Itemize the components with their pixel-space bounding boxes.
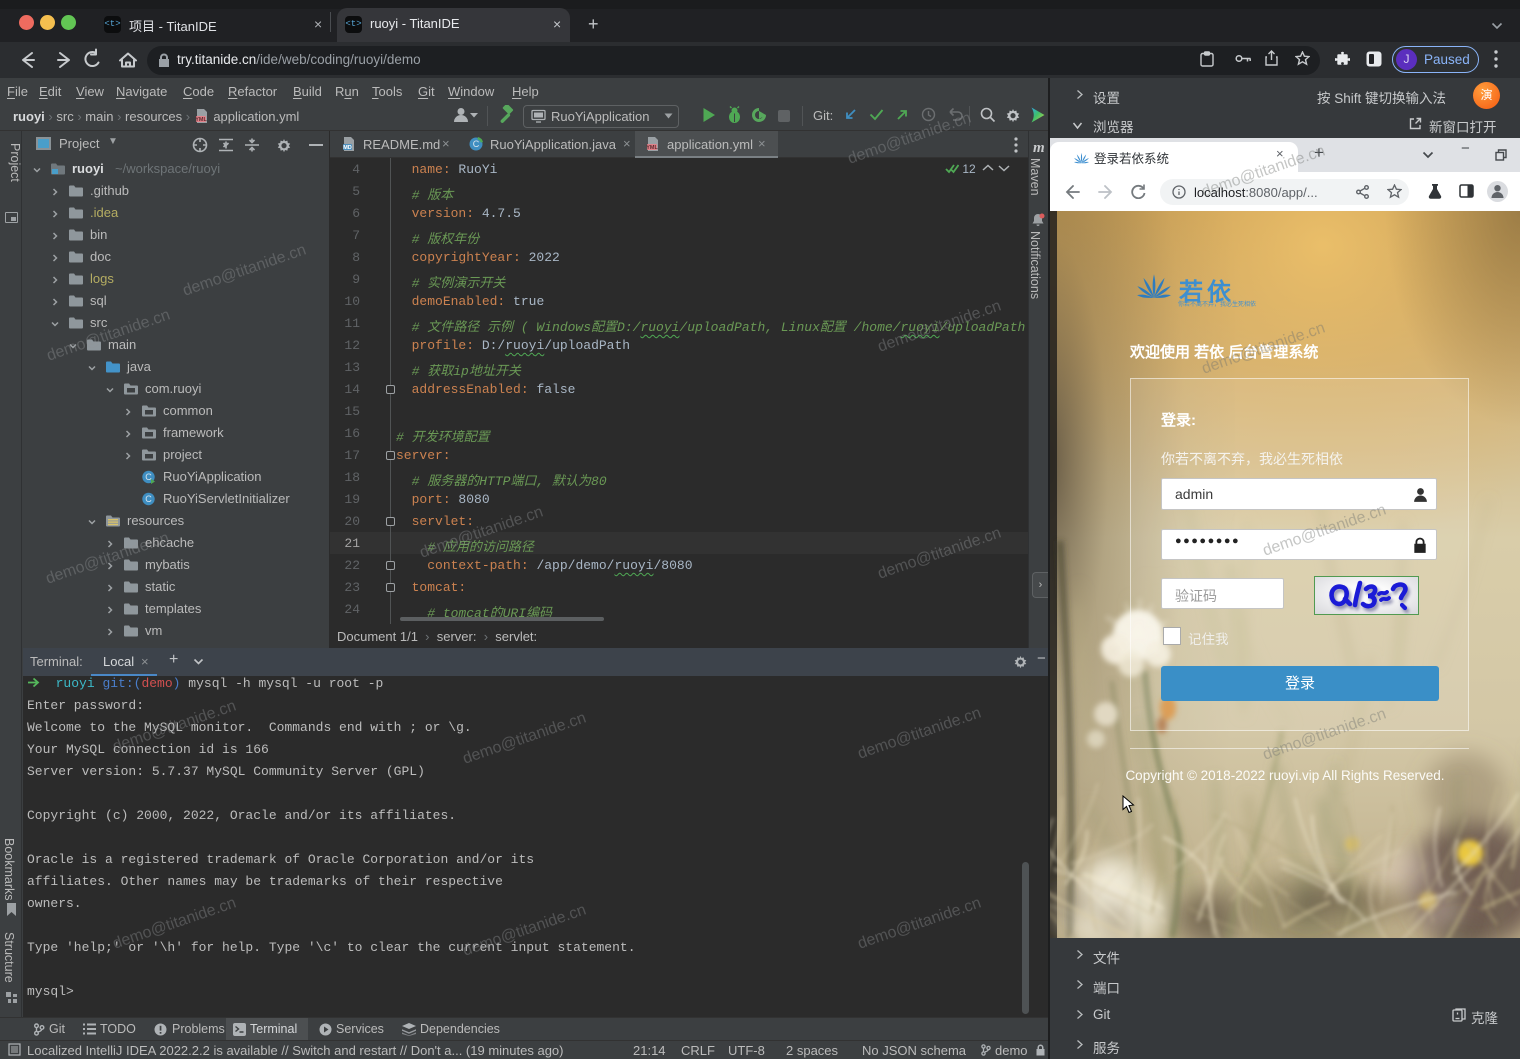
- svg-text:YML: YML: [646, 145, 658, 151]
- svg-text:MD: MD: [343, 145, 352, 151]
- svg-text:C: C: [473, 139, 480, 149]
- svg-text:C: C: [145, 494, 152, 504]
- svg-text:YML: YML: [195, 117, 207, 123]
